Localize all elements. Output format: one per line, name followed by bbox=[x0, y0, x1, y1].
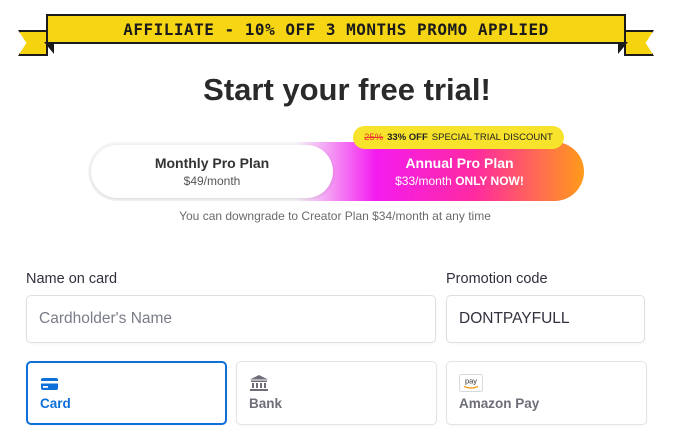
monthly-plan-name: Monthly Pro Plan bbox=[154, 155, 270, 171]
payment-tab-card-label: Card bbox=[40, 396, 71, 411]
discount-text: SPECIAL TRIAL DISCOUNT bbox=[431, 132, 553, 143]
annual-plan-name: Annual Pro Plan bbox=[405, 155, 514, 171]
ribbon-band: AFFILIATE - 10% OFF 3 MONTHS PROMO APPLI… bbox=[46, 14, 626, 44]
discount-badge: 25% 33% OFF SPECIAL TRIAL DISCOUNT bbox=[353, 126, 564, 149]
promotion-code-label: Promotion code bbox=[446, 271, 548, 287]
cardholder-name-input[interactable] bbox=[26, 295, 436, 343]
ribbon-tail-left bbox=[18, 30, 48, 56]
amazon-pay-icon: pay bbox=[459, 374, 483, 392]
plan-toggle: Monthly Pro Plan $49/month Annual Pro Pl… bbox=[88, 142, 584, 201]
promo-banner: AFFILIATE - 10% OFF 3 MONTHS PROMO APPLI… bbox=[18, 12, 654, 56]
page-title: Start your free trial! bbox=[203, 72, 491, 107]
amazon-pay-icon-text: pay bbox=[465, 377, 477, 386]
payment-tab-bank-label: Bank bbox=[249, 396, 283, 411]
downgrade-note: You can downgrade to Creator Plan $34/mo… bbox=[179, 209, 491, 223]
annual-plan-price-line: $33/month ONLY NOW! bbox=[338, 174, 581, 188]
payment-tab-amazon-pay-label: Amazon Pay bbox=[459, 396, 540, 411]
monthly-plan-option[interactable]: Monthly Pro Plan $49/month bbox=[91, 145, 333, 198]
annual-plan-price-suffix: ONLY NOW! bbox=[455, 174, 524, 188]
discount-off-percent: 33% OFF bbox=[387, 132, 428, 143]
name-on-card-label: Name on card bbox=[26, 271, 118, 287]
promotion-code-input[interactable] bbox=[446, 295, 645, 343]
promo-banner-text: AFFILIATE - 10% OFF 3 MONTHS PROMO APPLI… bbox=[123, 19, 549, 39]
annual-plan-option[interactable]: Annual Pro Plan $33/month ONLY NOW! bbox=[338, 145, 581, 198]
credit-card-icon bbox=[41, 378, 58, 390]
bank-icon bbox=[250, 375, 268, 391]
discount-old-percent: 25% bbox=[364, 132, 384, 143]
payment-tab-card[interactable]: Card bbox=[26, 361, 227, 425]
monthly-plan-price: $49/month bbox=[183, 174, 241, 188]
payment-tab-bank[interactable]: Bank bbox=[236, 361, 437, 425]
ribbon-tail-right bbox=[624, 30, 654, 56]
payment-tab-amazon-pay[interactable]: pay Amazon Pay bbox=[446, 361, 647, 425]
annual-plan-price: $33/month bbox=[395, 174, 452, 188]
